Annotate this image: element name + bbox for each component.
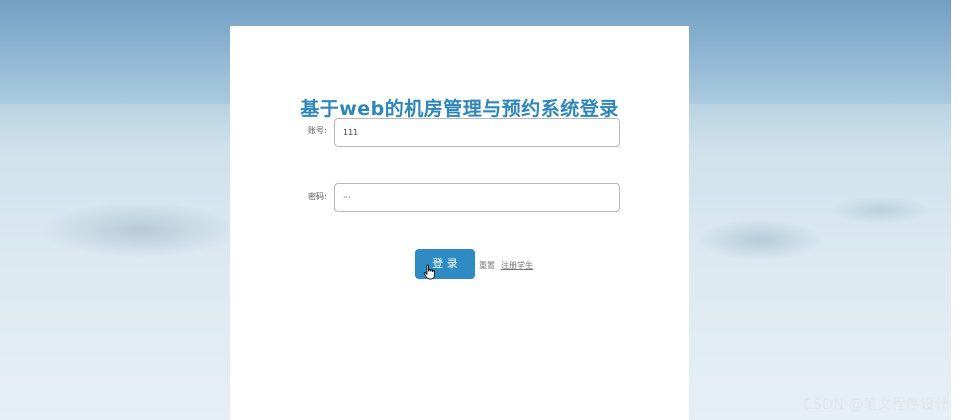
watermark: CSDN @笔文程序设计: [803, 397, 949, 413]
password-input[interactable]: ···: [334, 183, 620, 212]
reset-link[interactable]: 重置: [479, 260, 495, 271]
password-label: 密码:: [308, 192, 327, 201]
username-input[interactable]: 111: [334, 118, 620, 147]
register-student-link[interactable]: 注册学生: [501, 260, 533, 271]
username-label: 账号:: [308, 126, 327, 135]
page-title: 基于web的机房管理与预约系统登录: [300, 98, 619, 120]
hand-cursor-icon: [423, 264, 435, 280]
login-panel: 基于web的机房管理与预约系统登录 账号: 111 密码: ··· 登 录 重置…: [230, 26, 689, 420]
